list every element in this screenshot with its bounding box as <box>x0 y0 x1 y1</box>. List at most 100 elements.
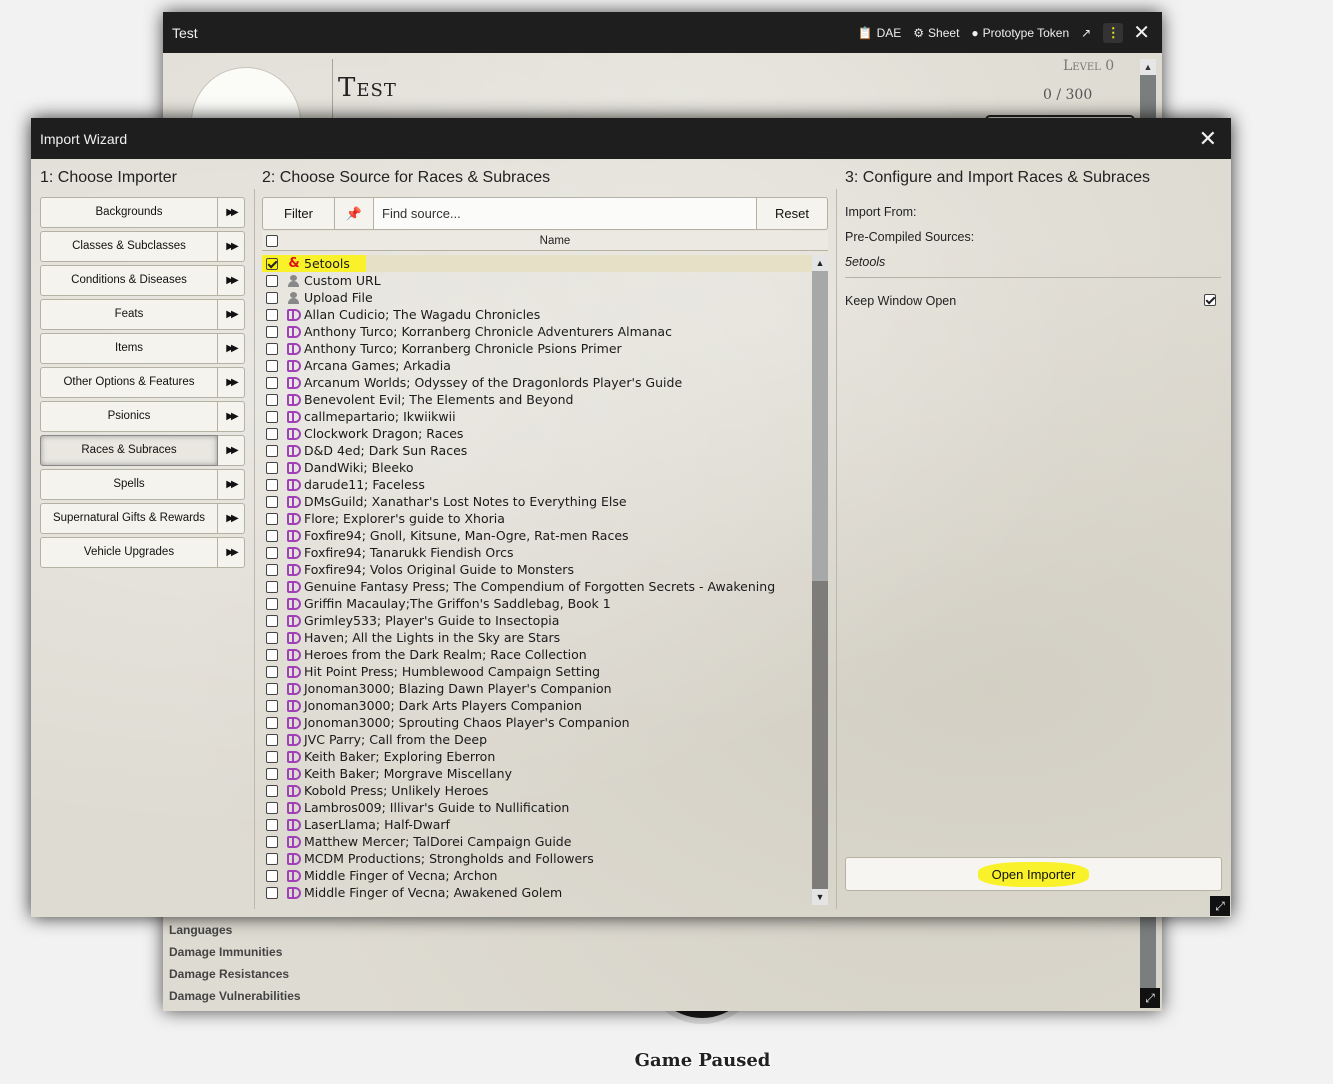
source-checkbox[interactable] <box>266 410 278 423</box>
importer-button[interactable]: Items <box>40 333 218 364</box>
source-list-item[interactable]: Keith Baker; Morgrave Miscellany <box>262 765 828 782</box>
importer-button[interactable]: Races & Subraces <box>40 435 218 466</box>
source-checkbox[interactable] <box>266 869 278 882</box>
source-checkbox[interactable] <box>266 393 278 406</box>
wizard-resize-icon[interactable]: ⤢ <box>1210 896 1230 916</box>
source-list-item[interactable]: DandWiki; Bleeko <box>262 459 828 476</box>
source-list-item[interactable]: Middle Finger of Vecna; Awakened Golem <box>262 884 828 901</box>
trait-damage-vulnerabilities[interactable]: Damage Vulnerabilities <box>169 989 301 1003</box>
character-name[interactable]: Test <box>338 73 397 103</box>
source-checkbox[interactable] <box>266 597 278 610</box>
source-list-item[interactable]: Jonoman3000; Blazing Dawn Player's Compa… <box>262 680 828 697</box>
open-importer-button[interactable]: Open Importer <box>845 857 1222 891</box>
fast-forward-icon[interactable]: ▶▶ <box>218 367 245 398</box>
source-checkbox[interactable] <box>266 699 278 712</box>
source-checkbox[interactable] <box>266 359 278 372</box>
source-checkbox[interactable] <box>266 733 278 746</box>
fast-forward-icon[interactable]: ▶▶ <box>218 469 245 500</box>
importer-button[interactable]: Conditions & Diseases <box>40 265 218 296</box>
source-list-item[interactable]: Foxfire94; Volos Original Guide to Monst… <box>262 561 828 578</box>
more-options-icon[interactable]: ⋮ <box>1103 22 1124 43</box>
scroll-up-icon[interactable]: ▲ <box>1140 59 1156 75</box>
trait-languages[interactable]: Languages <box>169 923 232 937</box>
source-checkbox[interactable] <box>266 818 278 831</box>
source-list-item[interactable]: Heroes from the Dark Realm; Race Collect… <box>262 646 828 663</box>
source-list-item[interactable]: Anthony Turco; Korranberg Chronicle Psio… <box>262 340 828 357</box>
source-list-item[interactable]: Upload File <box>262 289 828 306</box>
keep-window-open-checkbox[interactable] <box>1204 294 1216 306</box>
experience-value[interactable]: 0 / 300 <box>1043 87 1092 103</box>
source-checkbox[interactable] <box>266 580 278 593</box>
prototype-token-button[interactable]: ● Prototype Token <box>971 26 1069 40</box>
source-checkbox[interactable] <box>266 886 278 899</box>
source-checkbox[interactable] <box>266 784 278 797</box>
source-list-item[interactable]: & 5etools <box>262 255 828 272</box>
source-search-input[interactable] <box>374 197 757 230</box>
importer-button[interactable]: Feats <box>40 299 218 330</box>
source-checkbox[interactable] <box>266 563 278 576</box>
popout-button[interactable]: ↗ <box>1081 26 1091 40</box>
dae-button[interactable]: 📋 DAE <box>858 26 902 40</box>
source-list-item[interactable]: Griffin Macaulay;The Griffon's Saddlebag… <box>262 595 828 612</box>
source-list-item[interactable]: Clockwork Dragon; Races <box>262 425 828 442</box>
sheet-resize-icon[interactable]: ⤢ <box>1140 988 1160 1008</box>
source-checkbox[interactable] <box>266 631 278 644</box>
source-list-item[interactable]: Genuine Fantasy Press; The Compendium of… <box>262 578 828 595</box>
importer-button[interactable]: Backgrounds <box>40 197 218 228</box>
source-checkbox[interactable] <box>266 257 278 270</box>
importer-button[interactable]: Other Options & Features <box>40 367 218 398</box>
fast-forward-icon[interactable]: ▶▶ <box>218 299 245 330</box>
source-list-item[interactable]: Allan Cudicio; The Wagadu Chronicles <box>262 306 828 323</box>
fast-forward-icon[interactable]: ▶▶ <box>218 197 245 228</box>
scroll-up-icon[interactable]: ▲ <box>812 255 828 271</box>
source-list-item[interactable]: Arcana Games; Arkadia <box>262 357 828 374</box>
source-checkbox[interactable] <box>266 342 278 355</box>
fast-forward-icon[interactable]: ▶▶ <box>218 333 245 364</box>
name-column-header[interactable]: Name <box>282 235 828 247</box>
source-checkbox[interactable] <box>266 325 278 338</box>
fast-forward-icon[interactable]: ▶▶ <box>218 435 245 466</box>
source-checkbox[interactable] <box>266 716 278 729</box>
sheet-titlebar[interactable]: Test 📋 DAE ⚙ Sheet ● Prototype Token ↗ ⋮… <box>163 12 1162 53</box>
source-checkbox[interactable] <box>266 852 278 865</box>
source-list-item[interactable]: Flore; Explorer's guide to Xhoria <box>262 510 828 527</box>
source-list-item[interactable]: Benevolent Evil; The Elements and Beyond <box>262 391 828 408</box>
source-list-item[interactable]: Foxfire94; Tanarukk Fiendish Orcs <box>262 544 828 561</box>
source-checkbox[interactable] <box>266 614 278 627</box>
wizard-titlebar[interactable]: Import Wizard ✕ <box>31 118 1231 159</box>
source-checkbox[interactable] <box>266 665 278 678</box>
source-list-item[interactable]: Anthony Turco; Korranberg Chronicle Adve… <box>262 323 828 340</box>
source-list-item[interactable]: D&D 4ed; Dark Sun Races <box>262 442 828 459</box>
source-checkbox[interactable] <box>266 512 278 525</box>
pin-icon[interactable]: 📌 <box>335 197 374 230</box>
reset-button[interactable]: Reset <box>757 197 828 230</box>
scroll-thumb[interactable] <box>812 271 828 581</box>
importer-button[interactable]: Vehicle Upgrades <box>40 537 218 568</box>
source-list-item[interactable]: Hit Point Press; Humblewood Campaign Set… <box>262 663 828 680</box>
source-checkbox[interactable] <box>266 546 278 559</box>
source-list-item[interactable]: LaserLlama; Half-Dwarf <box>262 816 828 833</box>
importer-button[interactable]: Classes & Subclasses <box>40 231 218 262</box>
source-list-item[interactable]: Lambros009; Illivar's Guide to Nullifica… <box>262 799 828 816</box>
source-checkbox[interactable] <box>266 648 278 661</box>
source-checkbox[interactable] <box>266 376 278 389</box>
source-list-item[interactable]: Foxfire94; Gnoll, Kitsune, Man-Ogre, Rat… <box>262 527 828 544</box>
source-checkbox[interactable] <box>266 495 278 508</box>
source-list-item[interactable]: Custom URL <box>262 272 828 289</box>
sheet-config-button[interactable]: ⚙ Sheet <box>913 26 959 40</box>
source-checkbox[interactable] <box>266 801 278 814</box>
fast-forward-icon[interactable]: ▶▶ <box>218 503 245 534</box>
source-list-item[interactable]: callmepartario; Ikwiikwii <box>262 408 828 425</box>
source-checkbox[interactable] <box>266 478 278 491</box>
importer-button[interactable]: Spells <box>40 469 218 500</box>
source-list-item[interactable]: Kobold Press; Unlikely Heroes <box>262 782 828 799</box>
source-list-item[interactable]: darude11; Faceless <box>262 476 828 493</box>
source-checkbox[interactable] <box>266 682 278 695</box>
trait-damage-resistances[interactable]: Damage Resistances <box>169 967 289 981</box>
source-list-scrollbar[interactable]: ▲ ▼ <box>812 255 828 905</box>
source-checkbox[interactable] <box>266 750 278 763</box>
fast-forward-icon[interactable]: ▶▶ <box>218 537 245 568</box>
importer-button[interactable]: Supernatural Gifts & Rewards <box>40 503 218 534</box>
select-all-checkbox[interactable] <box>266 234 278 247</box>
source-list-item[interactable]: MCDM Productions; Strongholds and Follow… <box>262 850 828 867</box>
